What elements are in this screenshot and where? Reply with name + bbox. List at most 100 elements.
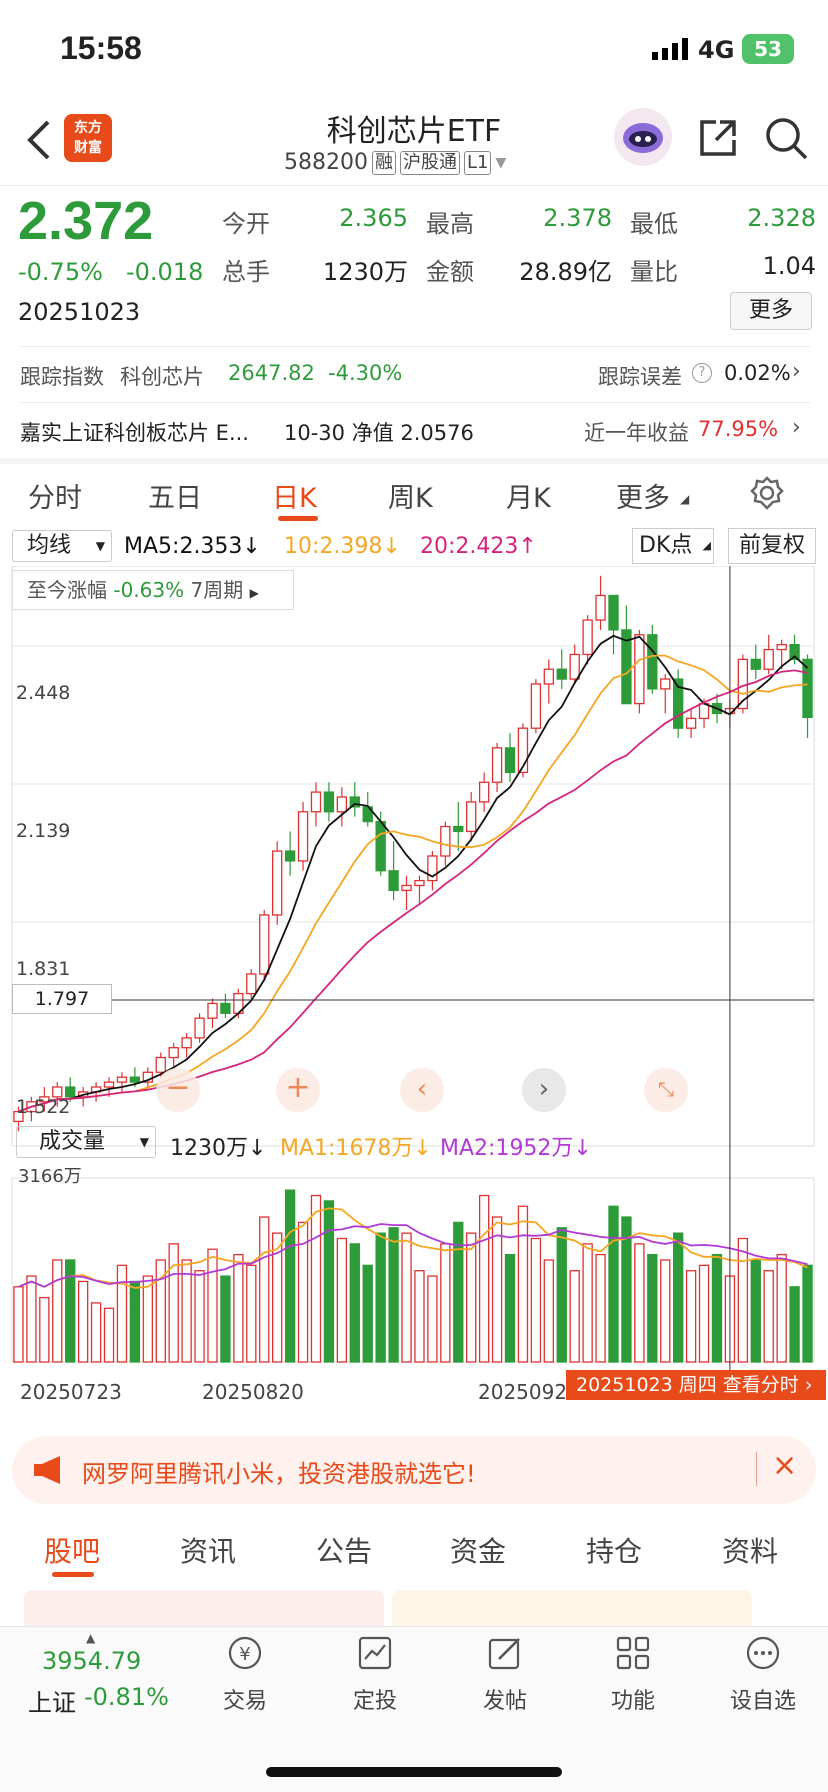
- tab-holdings[interactable]: 持仓: [586, 1530, 642, 1570]
- chevron-right-icon: ›: [804, 1374, 813, 1396]
- fund-name: 嘉实上证科创板芯片 E...: [20, 421, 249, 445]
- candle-body: [129, 1076, 141, 1083]
- volume-bar: [556, 1227, 567, 1363]
- active-tab-indicator: [52, 1572, 94, 1577]
- ma-select[interactable]: 均线 ▼: [12, 530, 112, 562]
- more-button[interactable]: 更多: [730, 292, 812, 330]
- candle-body: [194, 1017, 205, 1039]
- kline-chart[interactable]: [0, 566, 828, 1446]
- tab-five-day[interactable]: 五日: [148, 476, 202, 515]
- divider: [756, 1452, 757, 1486]
- right-arrow-icon[interactable]: ›: [522, 1068, 566, 1112]
- candle-body: [207, 1002, 218, 1019]
- tab-intraday[interactable]: 分时: [28, 476, 82, 515]
- plus-icon[interactable]: +: [276, 1068, 320, 1112]
- minus-icon[interactable]: −: [156, 1068, 200, 1112]
- tab-post[interactable]: 发帖: [460, 1633, 550, 1715]
- ai-assistant-avatar[interactable]: [614, 108, 672, 166]
- price-axis-label: 2.139: [16, 820, 71, 842]
- tab-add-watchlist[interactable]: 设自选: [718, 1633, 808, 1715]
- candle-body: [660, 678, 671, 690]
- caret-right-icon: ▶: [249, 586, 259, 600]
- tab-more[interactable]: 更多: [616, 476, 670, 515]
- tab-guba[interactable]: 股吧: [44, 1530, 100, 1570]
- volume-bar: [26, 1275, 37, 1363]
- expand-icon[interactable]: ⤡: [644, 1068, 688, 1112]
- banner-text: 网罗阿里腾讯小米，投资港股就选它!: [82, 1460, 476, 1488]
- volume-bar: [375, 1232, 386, 1363]
- volume-bar: [129, 1280, 141, 1363]
- tab-news[interactable]: 资讯: [180, 1530, 236, 1570]
- volume-bar: [388, 1227, 399, 1363]
- megaphone-icon: [32, 1456, 66, 1488]
- volume-select-label: 成交量: [39, 1129, 106, 1154]
- level-badge: L1: [463, 150, 492, 175]
- dropdown-icon[interactable]: ▼: [495, 155, 506, 171]
- dk-point-button[interactable]: DK点 ◢: [632, 528, 714, 564]
- volume-bar: [478, 1194, 490, 1363]
- candle-body: [220, 1002, 231, 1014]
- index-value[interactable]: 3954.79: [42, 1647, 141, 1675]
- volume-bar: [750, 1259, 761, 1363]
- date-axis-label: 20250820: [202, 1380, 304, 1404]
- help-icon[interactable]: ?: [692, 363, 712, 383]
- fund-row[interactable]: 嘉实上证科创板芯片 E... 10-30 净值 2.0576 近一年收益 77.…: [18, 402, 810, 458]
- volume-bar: [194, 1270, 205, 1363]
- volume-bar: [233, 1253, 244, 1363]
- candle-body: [453, 825, 464, 833]
- volume-bar: [634, 1243, 645, 1363]
- share-icon[interactable]: [696, 116, 740, 164]
- adjust-button[interactable]: 前复权: [728, 528, 816, 564]
- grid-icon: [616, 1636, 650, 1670]
- high-label: 最高: [426, 210, 474, 238]
- tab-weekly-k[interactable]: 周K: [388, 476, 433, 515]
- tracking-error-value: 0.02%: [724, 361, 791, 385]
- battery-icon: 53: [742, 34, 794, 64]
- chevron-right-icon: ›: [792, 415, 801, 440]
- candle-body: [685, 717, 697, 729]
- range-period: 7周期: [190, 578, 244, 602]
- volume-value: 1230万: [322, 258, 408, 286]
- tab-functions[interactable]: 功能: [588, 1633, 678, 1715]
- promo-banner[interactable]: 网罗阿里腾讯小米，投资港股就选它! ×: [12, 1436, 816, 1504]
- signal-icon: [652, 38, 692, 64]
- close-icon[interactable]: ×: [772, 1448, 797, 1483]
- more-triangle-icon: ◢: [680, 492, 690, 506]
- tab-invest[interactable]: 定投: [330, 1633, 420, 1715]
- tab-trade[interactable]: ¥ 交易: [200, 1633, 290, 1715]
- candle-body: [440, 825, 451, 857]
- search-icon[interactable]: [764, 116, 808, 164]
- index-name[interactable]: 上证: [28, 1683, 76, 1718]
- candle-body: [414, 879, 425, 887]
- change-value: -0.018: [126, 258, 204, 286]
- tracking-row[interactable]: 跟踪指数 科创芯片 2647.82 -4.30% 跟踪误差 ? 0.02% ›: [18, 346, 810, 402]
- candle-body: [323, 791, 335, 813]
- price-axis-label: 1.522: [16, 1096, 71, 1118]
- candle-body: [647, 634, 658, 690]
- volume-bar: [168, 1243, 179, 1363]
- tab-functions-label: 功能: [610, 1689, 655, 1714]
- tab-announcements[interactable]: 公告: [316, 1530, 372, 1570]
- candle-body: [401, 884, 412, 892]
- range-value: -0.63%: [113, 578, 185, 602]
- tab-daily-k[interactable]: 日K: [272, 476, 317, 515]
- chevron-right-icon: ›: [792, 359, 801, 384]
- volume-bar: [116, 1264, 128, 1363]
- tab-post-label: 发帖: [482, 1689, 527, 1714]
- peek-card[interactable]: [392, 1590, 752, 1630]
- high-value: 2.378: [543, 204, 612, 232]
- kline-chart-area[interactable]: 均线 ▼ MA5:2.353↓ 10:2.398↓ 20:2.423↑ DK点 ◢ …: [0, 526, 828, 1426]
- index-change[interactable]: -0.81%: [84, 1683, 169, 1711]
- peek-card[interactable]: [24, 1590, 384, 1630]
- candle-body: [608, 594, 619, 631]
- tab-profile[interactable]: 资料: [722, 1530, 778, 1570]
- tab-trade-label: 交易: [222, 1689, 267, 1714]
- volume-select[interactable]: 成交量 ▼: [16, 1126, 156, 1158]
- tab-monthly-k[interactable]: 月K: [506, 476, 551, 515]
- tab-capital[interactable]: 资金: [450, 1530, 506, 1570]
- settings-icon[interactable]: [750, 476, 784, 514]
- left-arrow-icon[interactable]: ‹: [400, 1068, 444, 1112]
- range-change-box[interactable]: 至今涨幅 -0.63% 7周期 ▶: [12, 570, 294, 610]
- crosshair-date-label[interactable]: 20251023 周四 查看分时 ›: [566, 1370, 826, 1400]
- volume-bar: [582, 1243, 593, 1363]
